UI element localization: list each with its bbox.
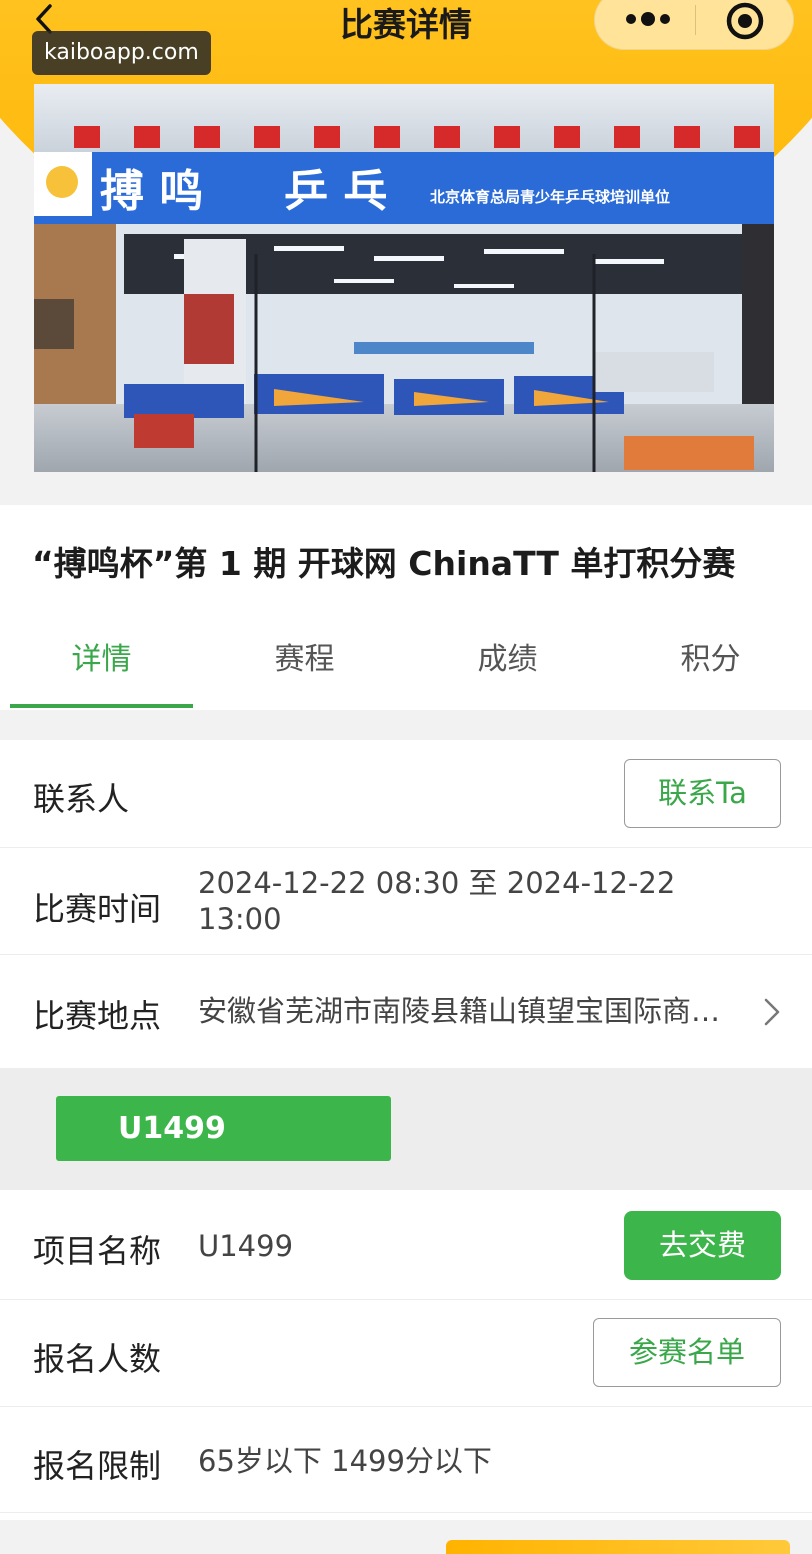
signup-limit-row: 报名限制 65岁以下 1499分以下 xyxy=(0,1407,812,1513)
sign-brand-text: 搏 鸣 xyxy=(100,166,203,217)
contact-row: 联系人 联系Ta xyxy=(0,740,812,848)
signup-limit-label: 报名限制 xyxy=(33,1447,162,1485)
item-name-label: 项目名称 xyxy=(33,1232,162,1270)
bottom-action-button-edge[interactable] xyxy=(446,1540,790,1554)
signup-count-row: 报名人数 参赛名单 xyxy=(0,1300,812,1407)
item-name-row: 项目名称 U1499 去交费 xyxy=(0,1190,812,1300)
chevron-right-icon xyxy=(764,998,780,1026)
close-target-icon[interactable] xyxy=(725,1,765,41)
time-label: 比赛时间 xyxy=(33,890,162,928)
item-name-value: U1499 xyxy=(198,1229,294,1263)
location-value: 安徽省芜湖市南陵县籍山镇望宝国际商… xyxy=(198,994,721,1028)
tab-bar: 详情 赛程 成绩 积分 xyxy=(0,620,812,710)
item-info-section: 项目名称 U1499 去交费 报名人数 参赛名单 报名限制 65岁以下 1499… xyxy=(0,1190,812,1520)
contact-button[interactable]: 联系Ta xyxy=(624,759,781,828)
event-info-section: 联系人 联系Ta 比赛时间 2024-12-22 08:30 至 2024-12… xyxy=(0,740,812,1068)
mini-program-capsule xyxy=(594,0,794,50)
roster-button[interactable]: 参赛名单 xyxy=(593,1318,781,1387)
tab-results[interactable]: 成绩 xyxy=(406,620,609,710)
tab-points[interactable]: 积分 xyxy=(609,620,812,710)
pay-button[interactable]: 去交费 xyxy=(624,1211,781,1280)
venue-photo: 搏 鸣 乒 乓 北京体育总局青少年乒乓球培训单位 xyxy=(34,84,774,472)
time-value-line1: 2024-12-22 08:30 至 2024-12-22 xyxy=(198,866,676,900)
time-value-line2: 13:00 xyxy=(198,902,282,936)
event-title: “搏鸣杯”第 1 期 开球网 ChinaTT 单打积分赛 xyxy=(32,544,736,583)
tab-details[interactable]: 详情 xyxy=(0,620,203,710)
location-row[interactable]: 比赛地点 安徽省芜湖市南陵县籍山镇望宝国际商… xyxy=(0,955,812,1068)
sign-subtitle-text: 北京体育总局青少年乒乓球培训单位 xyxy=(430,188,670,206)
location-label: 比赛地点 xyxy=(33,997,162,1035)
watermark-label: kaiboapp.com xyxy=(32,31,211,75)
contact-label: 联系人 xyxy=(33,780,130,818)
time-row: 比赛时间 2024-12-22 08:30 至 2024-12-22 13:00 xyxy=(0,848,812,955)
more-icon[interactable] xyxy=(623,9,673,29)
signup-limit-value: 65岁以下 1499分以下 xyxy=(198,1444,492,1478)
sign-sport-text: 乒 乓 xyxy=(284,166,387,217)
tab-schedule[interactable]: 赛程 xyxy=(203,620,406,710)
signup-count-label: 报名人数 xyxy=(33,1340,162,1378)
group-tag[interactable]: U1499 xyxy=(56,1096,391,1161)
capsule-divider xyxy=(695,5,696,35)
